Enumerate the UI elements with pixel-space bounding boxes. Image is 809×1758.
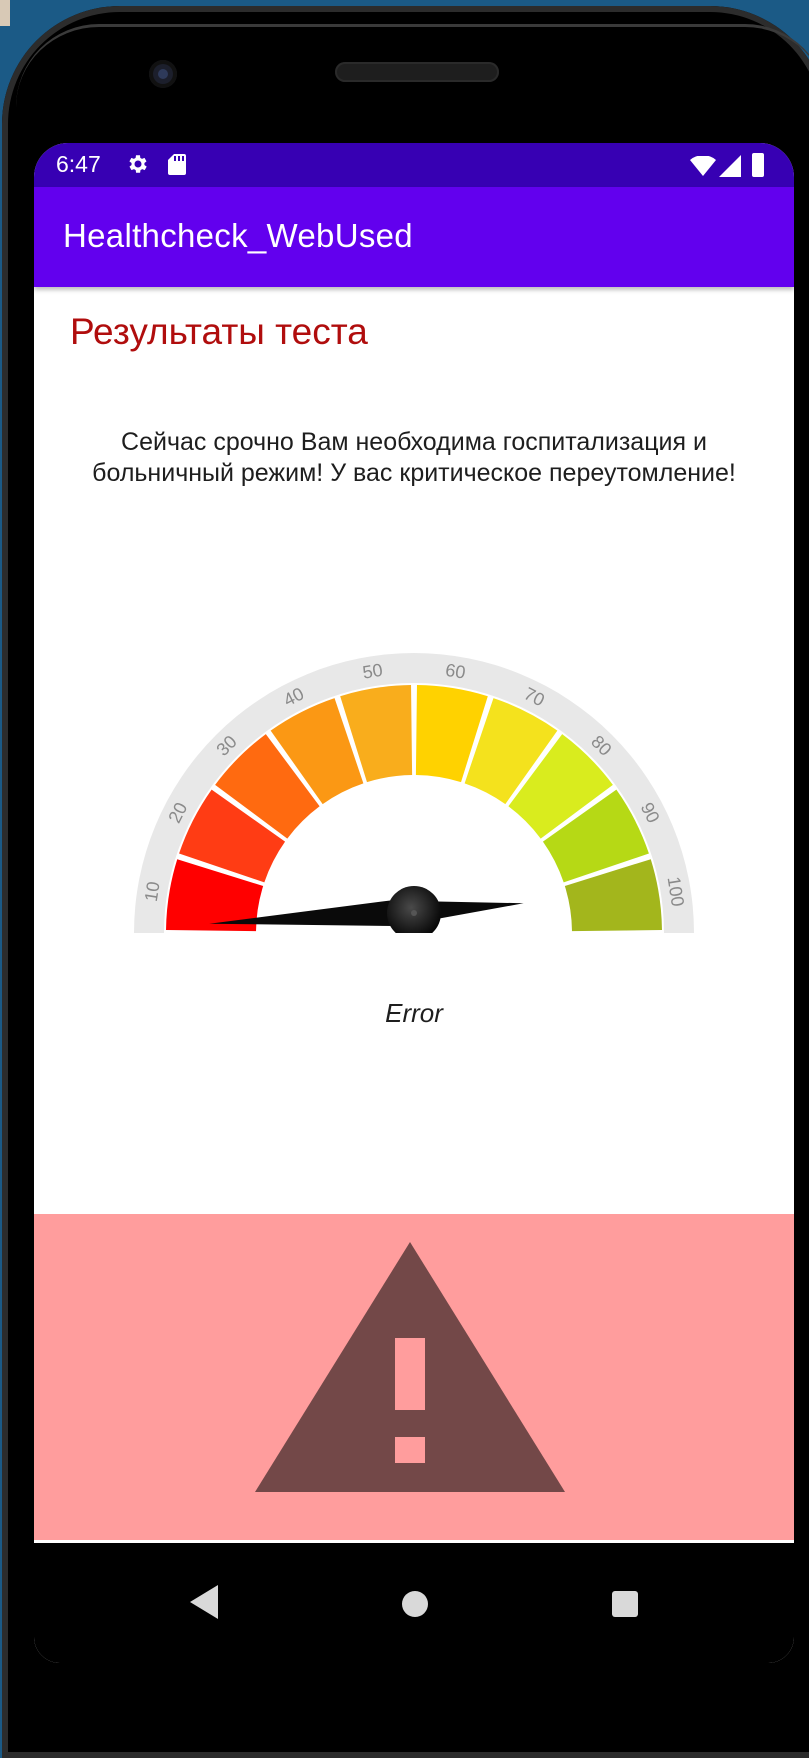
- back-icon[interactable]: [190, 1585, 218, 1619]
- front-camera: [149, 60, 177, 88]
- recents-icon[interactable]: [612, 1591, 638, 1617]
- app-bar: Healthcheck_WebUsed: [34, 187, 794, 287]
- gauge-hub: [387, 886, 441, 933]
- battery-icon: [752, 153, 764, 177]
- diagnosis-message: Сейчас срочно Вам необходима госпитализа…: [92, 428, 736, 487]
- gauge-tick-label: 60: [444, 660, 467, 683]
- gauge-tick-label: 10: [141, 880, 164, 903]
- gear-icon: [129, 155, 147, 173]
- navigation-bar: [34, 1543, 794, 1663]
- warning-icon: [255, 1242, 565, 1492]
- sd-card-icon: [168, 154, 186, 175]
- desktop-corner-fragment: [0, 0, 10, 26]
- home-icon[interactable]: [402, 1591, 428, 1617]
- fatigue-gauge: 1020304050 60708090100: [134, 653, 694, 933]
- wifi-icon: [690, 156, 716, 176]
- gauge-tick-label: 50: [361, 660, 384, 683]
- app-title: Healthcheck_WebUsed: [63, 217, 413, 254]
- device-screen: 6:47 Healthcheck_WebUsed Результаты тест…: [34, 143, 794, 1663]
- result-title: Результаты теста: [70, 311, 368, 352]
- earpiece-speaker: [335, 62, 499, 82]
- phone-frame: 6:47 Healthcheck_WebUsed Результаты тест…: [2, 6, 809, 1758]
- signal-icon: [719, 155, 741, 177]
- gauge-hub-center: [411, 910, 417, 916]
- status-bar: 6:47: [34, 143, 794, 187]
- warning-panel: [34, 1214, 794, 1540]
- gauge-status-label: Error: [385, 998, 443, 1028]
- status-time: 6:47: [56, 151, 101, 177]
